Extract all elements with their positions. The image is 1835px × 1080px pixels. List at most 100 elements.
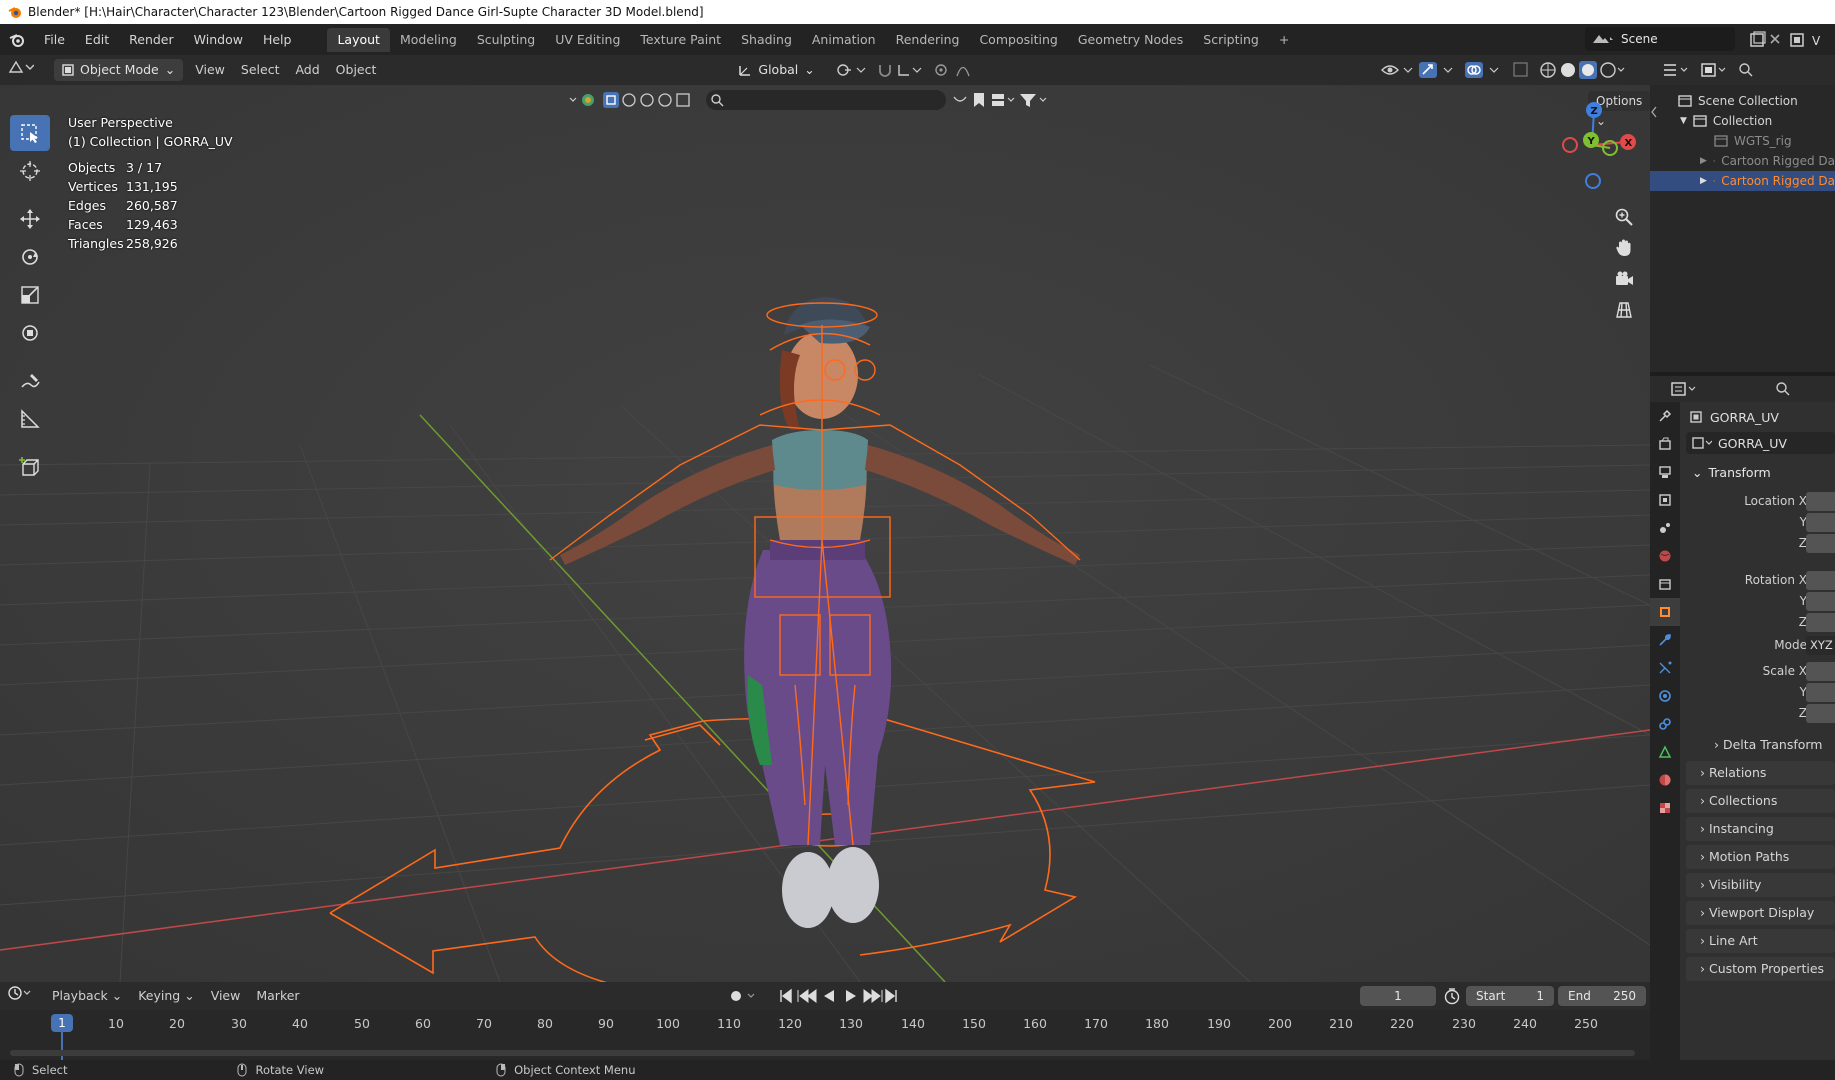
scale-y-row[interactable]: Y [1680,683,1835,703]
delete-scene-icon[interactable] [1768,32,1782,46]
tab-sculpting[interactable]: Sculpting [467,28,545,52]
orthographic-toggle-icon[interactable] [1610,296,1638,324]
tab-particles[interactable] [1650,654,1680,682]
move-tool[interactable] [10,201,50,237]
outliner-row-collection[interactable]: ▼ Collection [1650,111,1835,131]
expand-arrow-icon[interactable]: ▼ [1680,111,1687,131]
menu-edit[interactable]: Edit [75,24,119,55]
selectability-icons[interactable] [602,91,694,109]
tab-rendering[interactable]: Rendering [886,28,970,52]
rotation-mode-dropdown[interactable]: XYZ [1806,636,1835,655]
scene-selector[interactable]: Scene [1585,27,1735,51]
rotation-x-field[interactable] [1806,571,1835,590]
location-z-field[interactable] [1806,534,1835,553]
tab-uv-editing[interactable]: UV Editing [545,28,630,52]
location-y-field[interactable] [1806,513,1835,532]
playback-controls[interactable] [778,987,898,1005]
add-workspace-button[interactable]: + [1269,28,1299,52]
tab-output[interactable] [1650,458,1680,486]
timeline-menu-view[interactable]: View [203,985,249,1007]
menu-window[interactable]: Window [184,24,253,55]
panel-visibility[interactable]: › Visibility [1686,873,1835,897]
annotate-tool[interactable] [10,363,50,399]
properties-editor-type-icon[interactable] [1670,380,1700,398]
tab-modifiers[interactable] [1650,626,1680,654]
cursor-tool[interactable] [10,153,50,189]
new-scene-icon[interactable] [1748,31,1766,49]
location-z-row[interactable]: Z [1680,534,1835,554]
3d-viewport[interactable]: Options ⌄ User Perspective (1) Collectio… [0,85,1650,982]
tab-scripting[interactable]: Scripting [1193,28,1269,52]
tab-view-layer[interactable] [1650,486,1680,514]
visibility-dropdown-icon[interactable] [1380,61,1416,79]
pivot-point-icon[interactable] [835,61,867,79]
scale-z-field[interactable] [1806,704,1835,723]
object-data-field[interactable]: GORRA_UV [1686,432,1835,454]
tab-animation[interactable]: Animation [802,28,886,52]
viewport-menu-add[interactable]: Add [287,59,327,81]
expand-arrow-icon[interactable]: ▶ [1700,171,1707,191]
tab-layout[interactable]: Layout [327,27,390,52]
panel-viewport-display[interactable]: › Viewport Display [1686,901,1835,925]
pan-hand-icon[interactable] [1610,234,1638,262]
scale-tool[interactable] [10,277,50,313]
timeline-scrollbar[interactable] [10,1050,1635,1056]
panel-instancing[interactable]: › Instancing [1686,817,1835,841]
end-frame-field[interactable]: End 250 [1558,986,1646,1006]
tab-object[interactable] [1650,598,1680,626]
transform-orientation-dropdown[interactable]: Global ⌄ [730,59,823,81]
tab-data[interactable] [1650,738,1680,766]
panel-collections[interactable]: › Collections [1686,789,1835,813]
menu-render[interactable]: Render [119,24,184,55]
auto-keying-icon[interactable] [728,988,758,1004]
camera-view-icon[interactable] [1610,265,1638,293]
viewport-menu-object[interactable]: Object [328,59,385,81]
scale-y-field[interactable] [1806,683,1835,702]
rotation-z-row[interactable]: Z [1680,613,1835,633]
proportional-editing-icon[interactable] [933,61,979,79]
timeline-menu-playback[interactable]: Playback ⌄ [44,985,130,1007]
outliner-collapse-arrow-icon[interactable] [1650,105,1658,119]
view-layer-icon[interactable]: V [1790,31,1830,49]
tab-tool[interactable] [1650,402,1680,430]
rotation-mode-row[interactable]: Mode XYZ [1680,636,1835,656]
zoom-icon[interactable] [1610,203,1638,231]
select-box-tool[interactable] [10,115,50,151]
tab-compositing[interactable]: Compositing [969,28,1067,52]
delta-transform-subpanel[interactable]: › Delta Transform [1700,733,1835,757]
tab-texture-paint[interactable]: Texture Paint [630,28,731,52]
rotate-tool[interactable] [10,239,50,275]
shading-mode-icons[interactable] [1538,60,1628,80]
tab-physics[interactable] [1650,682,1680,710]
outliner-editor-type-icon[interactable] [1662,62,1692,78]
rotation-x-row[interactable]: Rotation X [1680,571,1835,591]
xray-toggle-icon[interactable] [1512,61,1530,79]
rotation-y-field[interactable] [1806,592,1835,611]
tab-material[interactable] [1650,766,1680,794]
tab-texture[interactable] [1650,794,1680,822]
location-x-field[interactable] [1806,492,1835,511]
timeline-menu-marker[interactable]: Marker [248,985,307,1007]
timeline-menu-keying[interactable]: Keying ⌄ [130,985,202,1007]
menu-help[interactable]: Help [253,24,302,55]
transform-panel-header[interactable]: ⌄ Transform [1680,460,1835,486]
current-frame-field[interactable]: 1 [1360,986,1436,1006]
timeline-ruler[interactable]: 1 10 20 30 40 50 60 70 80 90 100 110 120… [0,1010,1650,1060]
scale-x-row[interactable]: Scale X [1680,662,1835,682]
filter-options-icons[interactable] [950,91,1050,109]
outliner-row-scene-collection[interactable]: Scene Collection [1650,91,1835,111]
panel-relations[interactable]: › Relations [1686,761,1835,785]
mode-dropdown[interactable]: Object Mode ⌄ [54,59,184,81]
scale-z-row[interactable]: Z [1680,704,1835,724]
tab-render[interactable] [1650,430,1680,458]
outliner-row-armature[interactable]: ▶ Cartoon Rigged Da [1650,151,1835,171]
panel-custom-properties[interactable]: › Custom Properties [1686,957,1835,981]
tab-scene[interactable] [1650,514,1680,542]
add-cube-tool[interactable] [10,449,50,485]
scale-x-field[interactable] [1806,662,1835,681]
expand-arrow-icon[interactable]: ▶ [1700,151,1707,171]
tab-collection[interactable] [1650,570,1680,598]
location-y-row[interactable]: Y [1680,513,1835,533]
rotation-y-row[interactable]: Y [1680,592,1835,612]
tab-shading[interactable]: Shading [731,28,802,52]
